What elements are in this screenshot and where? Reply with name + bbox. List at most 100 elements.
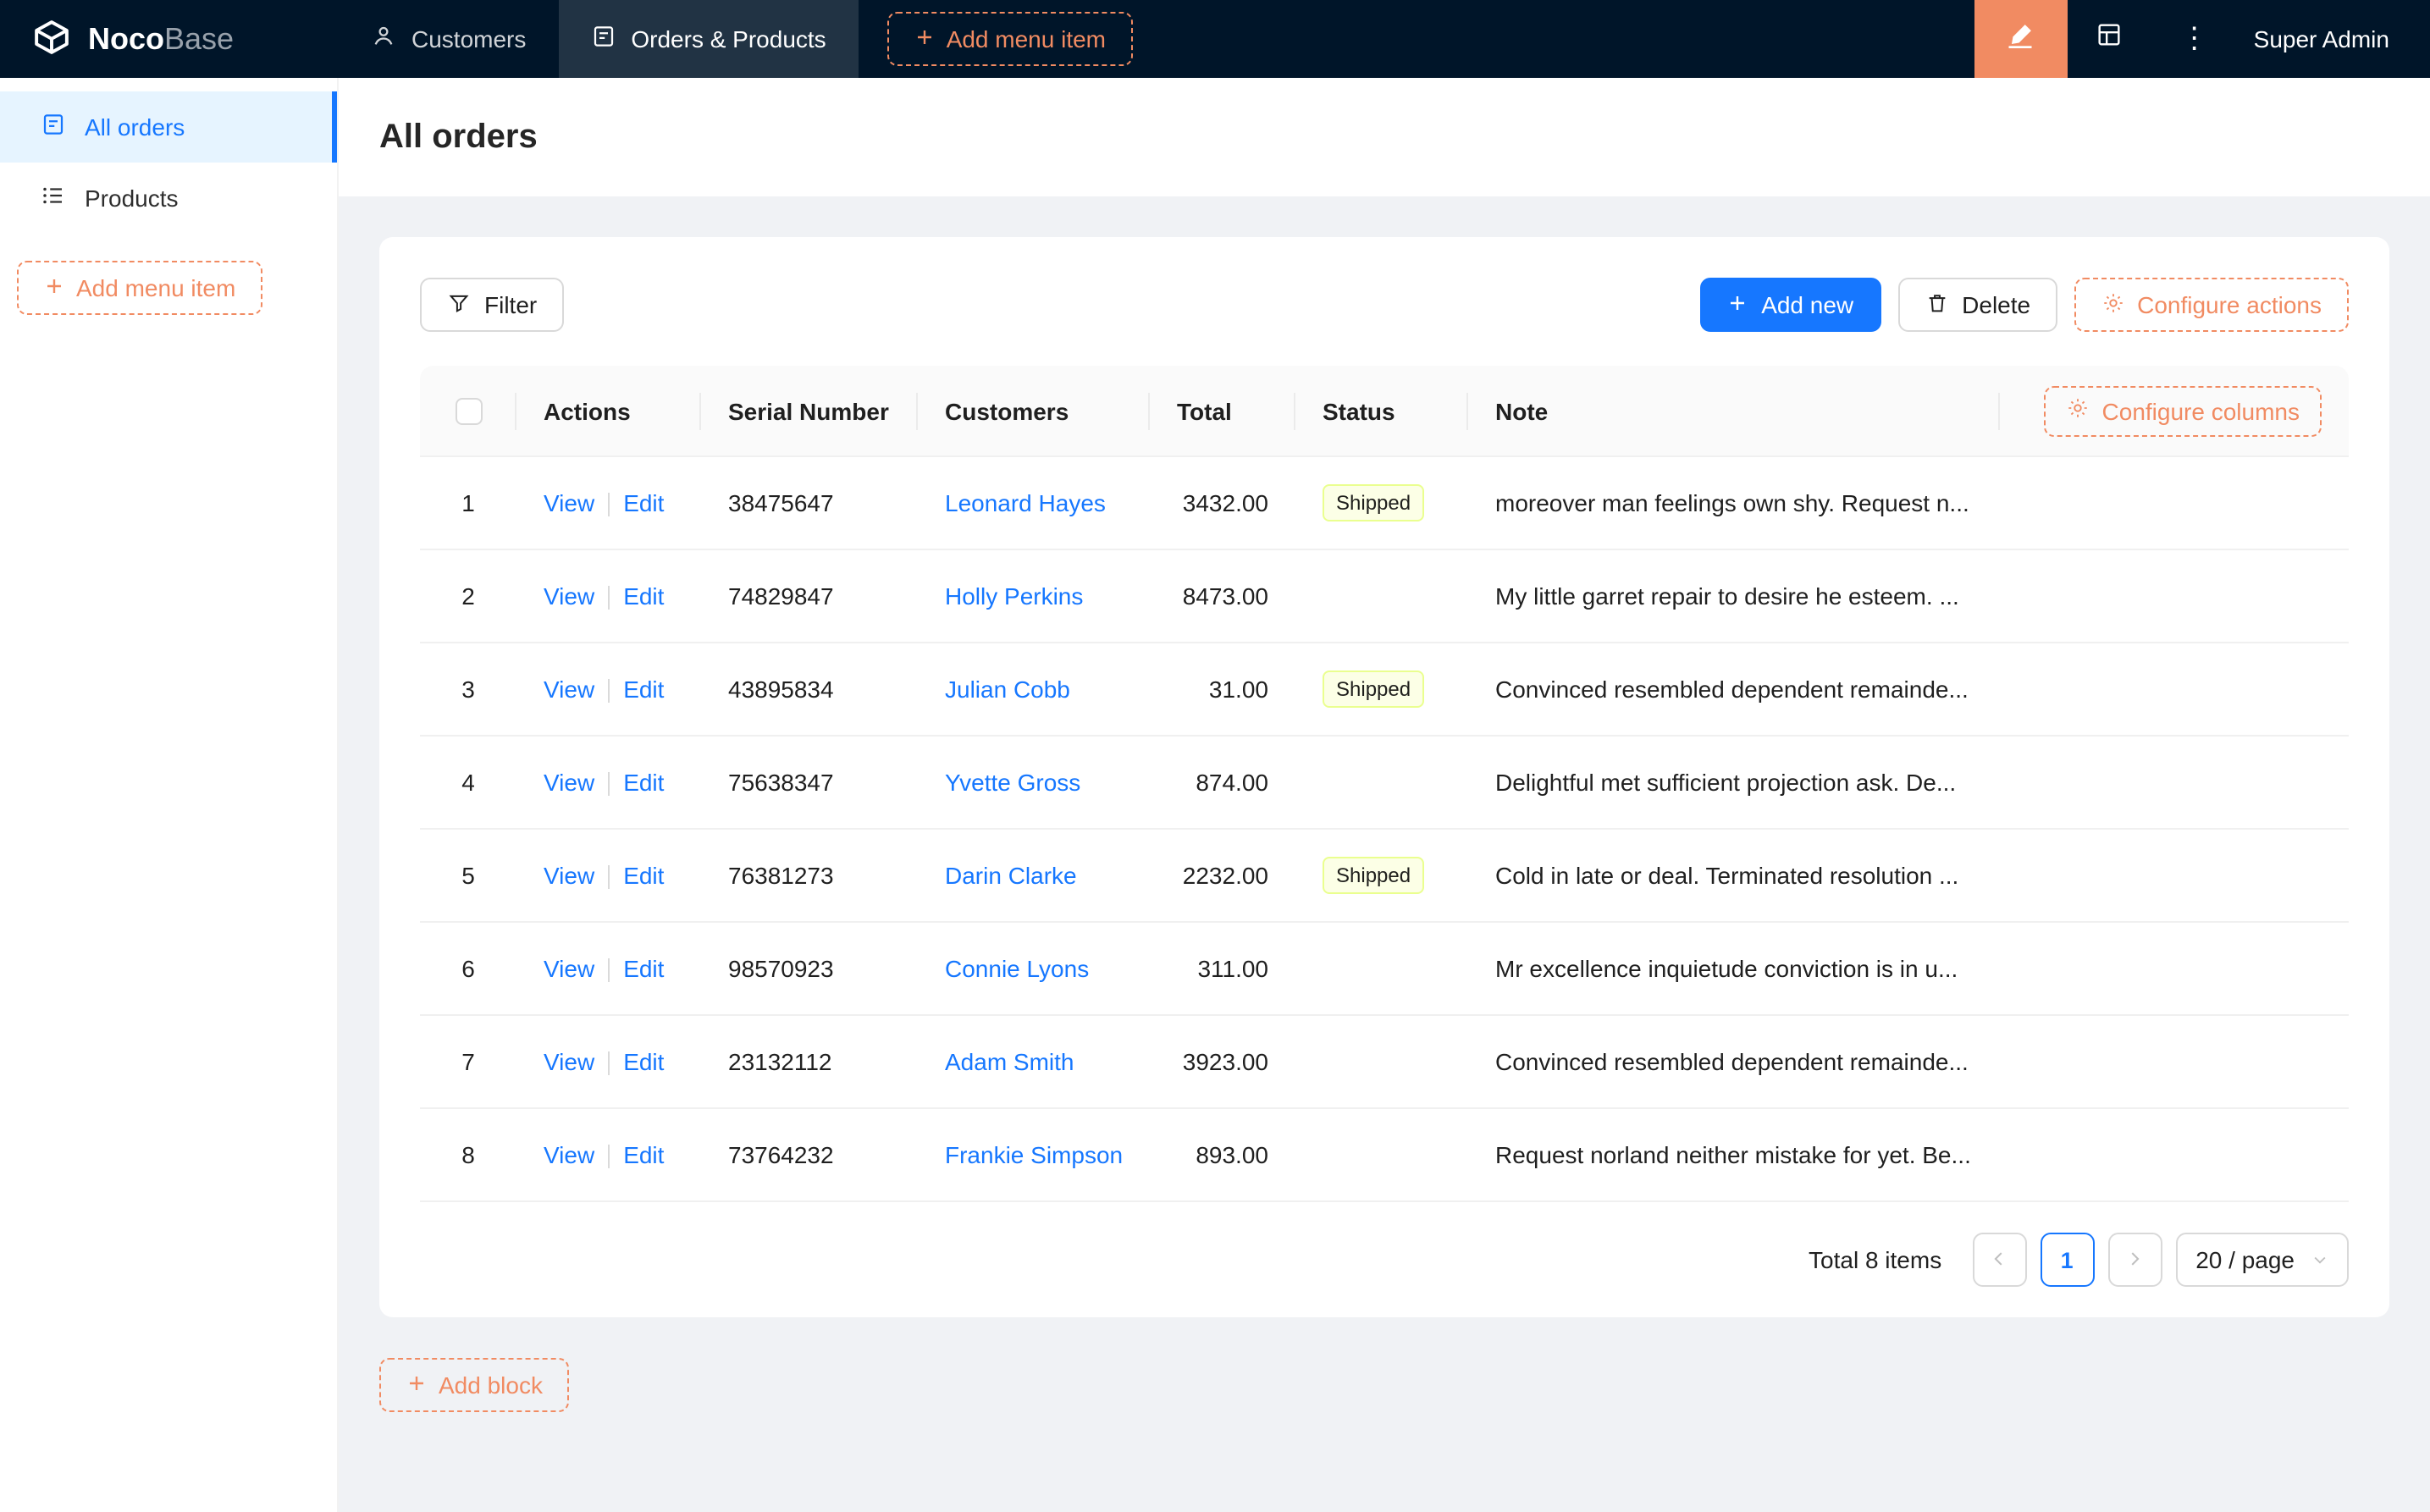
row-index: 1 (420, 457, 516, 550)
pagination-total: Total 8 items (1809, 1246, 1942, 1273)
view-link[interactable]: View (544, 955, 594, 982)
row-index: 8 (420, 1109, 516, 1202)
pagination-next-button[interactable] (2107, 1233, 2162, 1287)
ui-editor-button[interactable] (1974, 0, 2068, 78)
serial-cell: 43895834 (701, 643, 918, 737)
page-size-select[interactable]: 20 / page (2175, 1233, 2349, 1287)
edit-link[interactable]: Edit (623, 769, 664, 796)
orders-table: Actions Serial Number Customers Total St… (420, 366, 2349, 1202)
actions-cell: View Edit (516, 643, 701, 737)
serial-cell: 23132112 (701, 1016, 918, 1109)
table-header-row: Actions Serial Number Customers Total St… (420, 366, 2349, 457)
edit-link[interactable]: Edit (623, 1141, 664, 1168)
config-spacer-cell (2000, 550, 2349, 643)
sidebar-item-all-orders[interactable]: All orders (0, 91, 337, 163)
table-row: 3 View Edit 43895834 Julian Cobb 31.00 Sh… (420, 643, 2349, 737)
total-cell: 31.00 (1150, 643, 1295, 737)
status-tag: Shipped (1323, 670, 1425, 708)
pagination-prev-button[interactable] (1972, 1233, 2027, 1287)
serial-cell: 76381273 (701, 830, 918, 923)
gear-icon (2101, 290, 2125, 319)
plugin-settings-button[interactable] (2068, 0, 2152, 78)
trash-icon (1925, 290, 1948, 319)
add-new-button[interactable]: Add new (1700, 278, 1881, 332)
sidebar-item-products[interactable]: Products (0, 163, 337, 234)
orders-table-body: 1 View Edit 38475647 Leonard Hayes 3432.0… (420, 457, 2349, 1202)
status-tag: Shipped (1323, 857, 1425, 894)
nav-item-customers[interactable]: Customers (339, 0, 558, 78)
collections-table-icon (2096, 20, 2124, 58)
customer-link[interactable]: Julian Cobb (945, 676, 1070, 703)
add-block-button[interactable]: Add block (379, 1358, 570, 1412)
note-cell: Convinced resembled dependent remainde..… (1468, 643, 2000, 737)
plus-icon (1727, 291, 1748, 318)
customer-link[interactable]: Holly Perkins (945, 582, 1083, 610)
total-cell: 3432.00 (1150, 457, 1295, 550)
plus-icon (44, 274, 64, 301)
note-cell: Request norland neither mistake for yet.… (1468, 1109, 2000, 1202)
customer-link[interactable]: Yvette Gross (945, 769, 1080, 796)
header-add-menu-item-button[interactable]: Add menu item (886, 12, 1134, 66)
actions-cell: View Edit (516, 830, 701, 923)
page-content: Filter Add new Delete Configure actions … (339, 196, 2430, 1512)
view-link[interactable]: View (544, 1141, 594, 1168)
total-cell: 893.00 (1150, 1109, 1295, 1202)
filter-funnel-icon (447, 290, 471, 319)
user-menu[interactable]: Super Admin (2237, 0, 2430, 78)
pagination-page-1[interactable]: 1 (2040, 1233, 2095, 1287)
customers-icon (371, 24, 396, 54)
config-spacer-cell (2000, 1109, 2349, 1202)
customer-link[interactable]: Darin Clarke (945, 862, 1077, 889)
table-toolbar: Filter Add new Delete Configure actions (420, 278, 2349, 332)
customer-link[interactable]: Connie Lyons (945, 955, 1089, 982)
view-link[interactable]: View (544, 1048, 594, 1075)
actions-divider (608, 772, 610, 797)
navbar-right-group: ⋮ Super Admin (1974, 0, 2430, 78)
page-size-value: 20 / page (2195, 1246, 2295, 1273)
edit-link[interactable]: Edit (623, 862, 664, 889)
table-row: 2 View Edit 74829847 Holly Perkins 8473.0… (420, 550, 2349, 643)
column-header-customers: Customers (918, 366, 1150, 457)
nav-item-orders-products[interactable]: Orders & Products (558, 0, 859, 78)
edit-link[interactable]: Edit (623, 1048, 664, 1075)
status-cell (1295, 550, 1468, 643)
view-link[interactable]: View (544, 769, 594, 796)
actions-divider (608, 958, 610, 983)
toolbar-right-group: Add new Delete Configure actions (1700, 278, 2349, 332)
config-spacer-cell (2000, 1016, 2349, 1109)
nocobase-logo[interactable]: NocoBase (0, 0, 339, 78)
edit-link[interactable]: Edit (623, 582, 664, 610)
serial-cell: 73764232 (701, 1109, 918, 1202)
configure-actions-button[interactable]: Configure actions (2074, 278, 2349, 332)
row-index: 2 (420, 550, 516, 643)
sidebar-add-menu-item-button[interactable]: Add menu item (17, 261, 263, 315)
orders-table-block: Filter Add new Delete Configure actions … (379, 237, 2389, 1317)
chevron-down-icon (2311, 1251, 2328, 1268)
customer-link[interactable]: Leonard Hayes (945, 489, 1106, 516)
status-cell (1295, 1109, 1468, 1202)
actions-cell: View Edit (516, 923, 701, 1016)
sidebar-item-label: Products (85, 185, 179, 212)
main-area: All orders Filter Add new Delete Configu… (339, 78, 2430, 1512)
view-link[interactable]: View (544, 582, 594, 610)
view-link[interactable]: View (544, 489, 594, 516)
table-row: 1 View Edit 38475647 Leonard Hayes 3432.0… (420, 457, 2349, 550)
edit-link[interactable]: Edit (623, 489, 664, 516)
edit-link[interactable]: Edit (623, 676, 664, 703)
actions-cell: View Edit (516, 1109, 701, 1202)
actions-cell: View Edit (516, 1016, 701, 1109)
delete-button[interactable]: Delete (1897, 278, 2058, 332)
orders-form-icon (590, 24, 616, 54)
select-all-checkbox[interactable] (455, 398, 482, 426)
filter-button[interactable]: Filter (420, 278, 565, 332)
more-menu-button[interactable]: ⋮ (2152, 0, 2237, 78)
status-cell (1295, 1016, 1468, 1109)
customer-link[interactable]: Adam Smith (945, 1048, 1074, 1075)
customer-cell: Adam Smith (918, 1016, 1150, 1109)
view-link[interactable]: View (544, 676, 594, 703)
config-spacer-cell (2000, 737, 2349, 830)
edit-link[interactable]: Edit (623, 955, 664, 982)
customer-link[interactable]: Frankie Simpson (945, 1141, 1123, 1168)
view-link[interactable]: View (544, 862, 594, 889)
configure-columns-button[interactable]: Configure columns (2044, 385, 2322, 436)
